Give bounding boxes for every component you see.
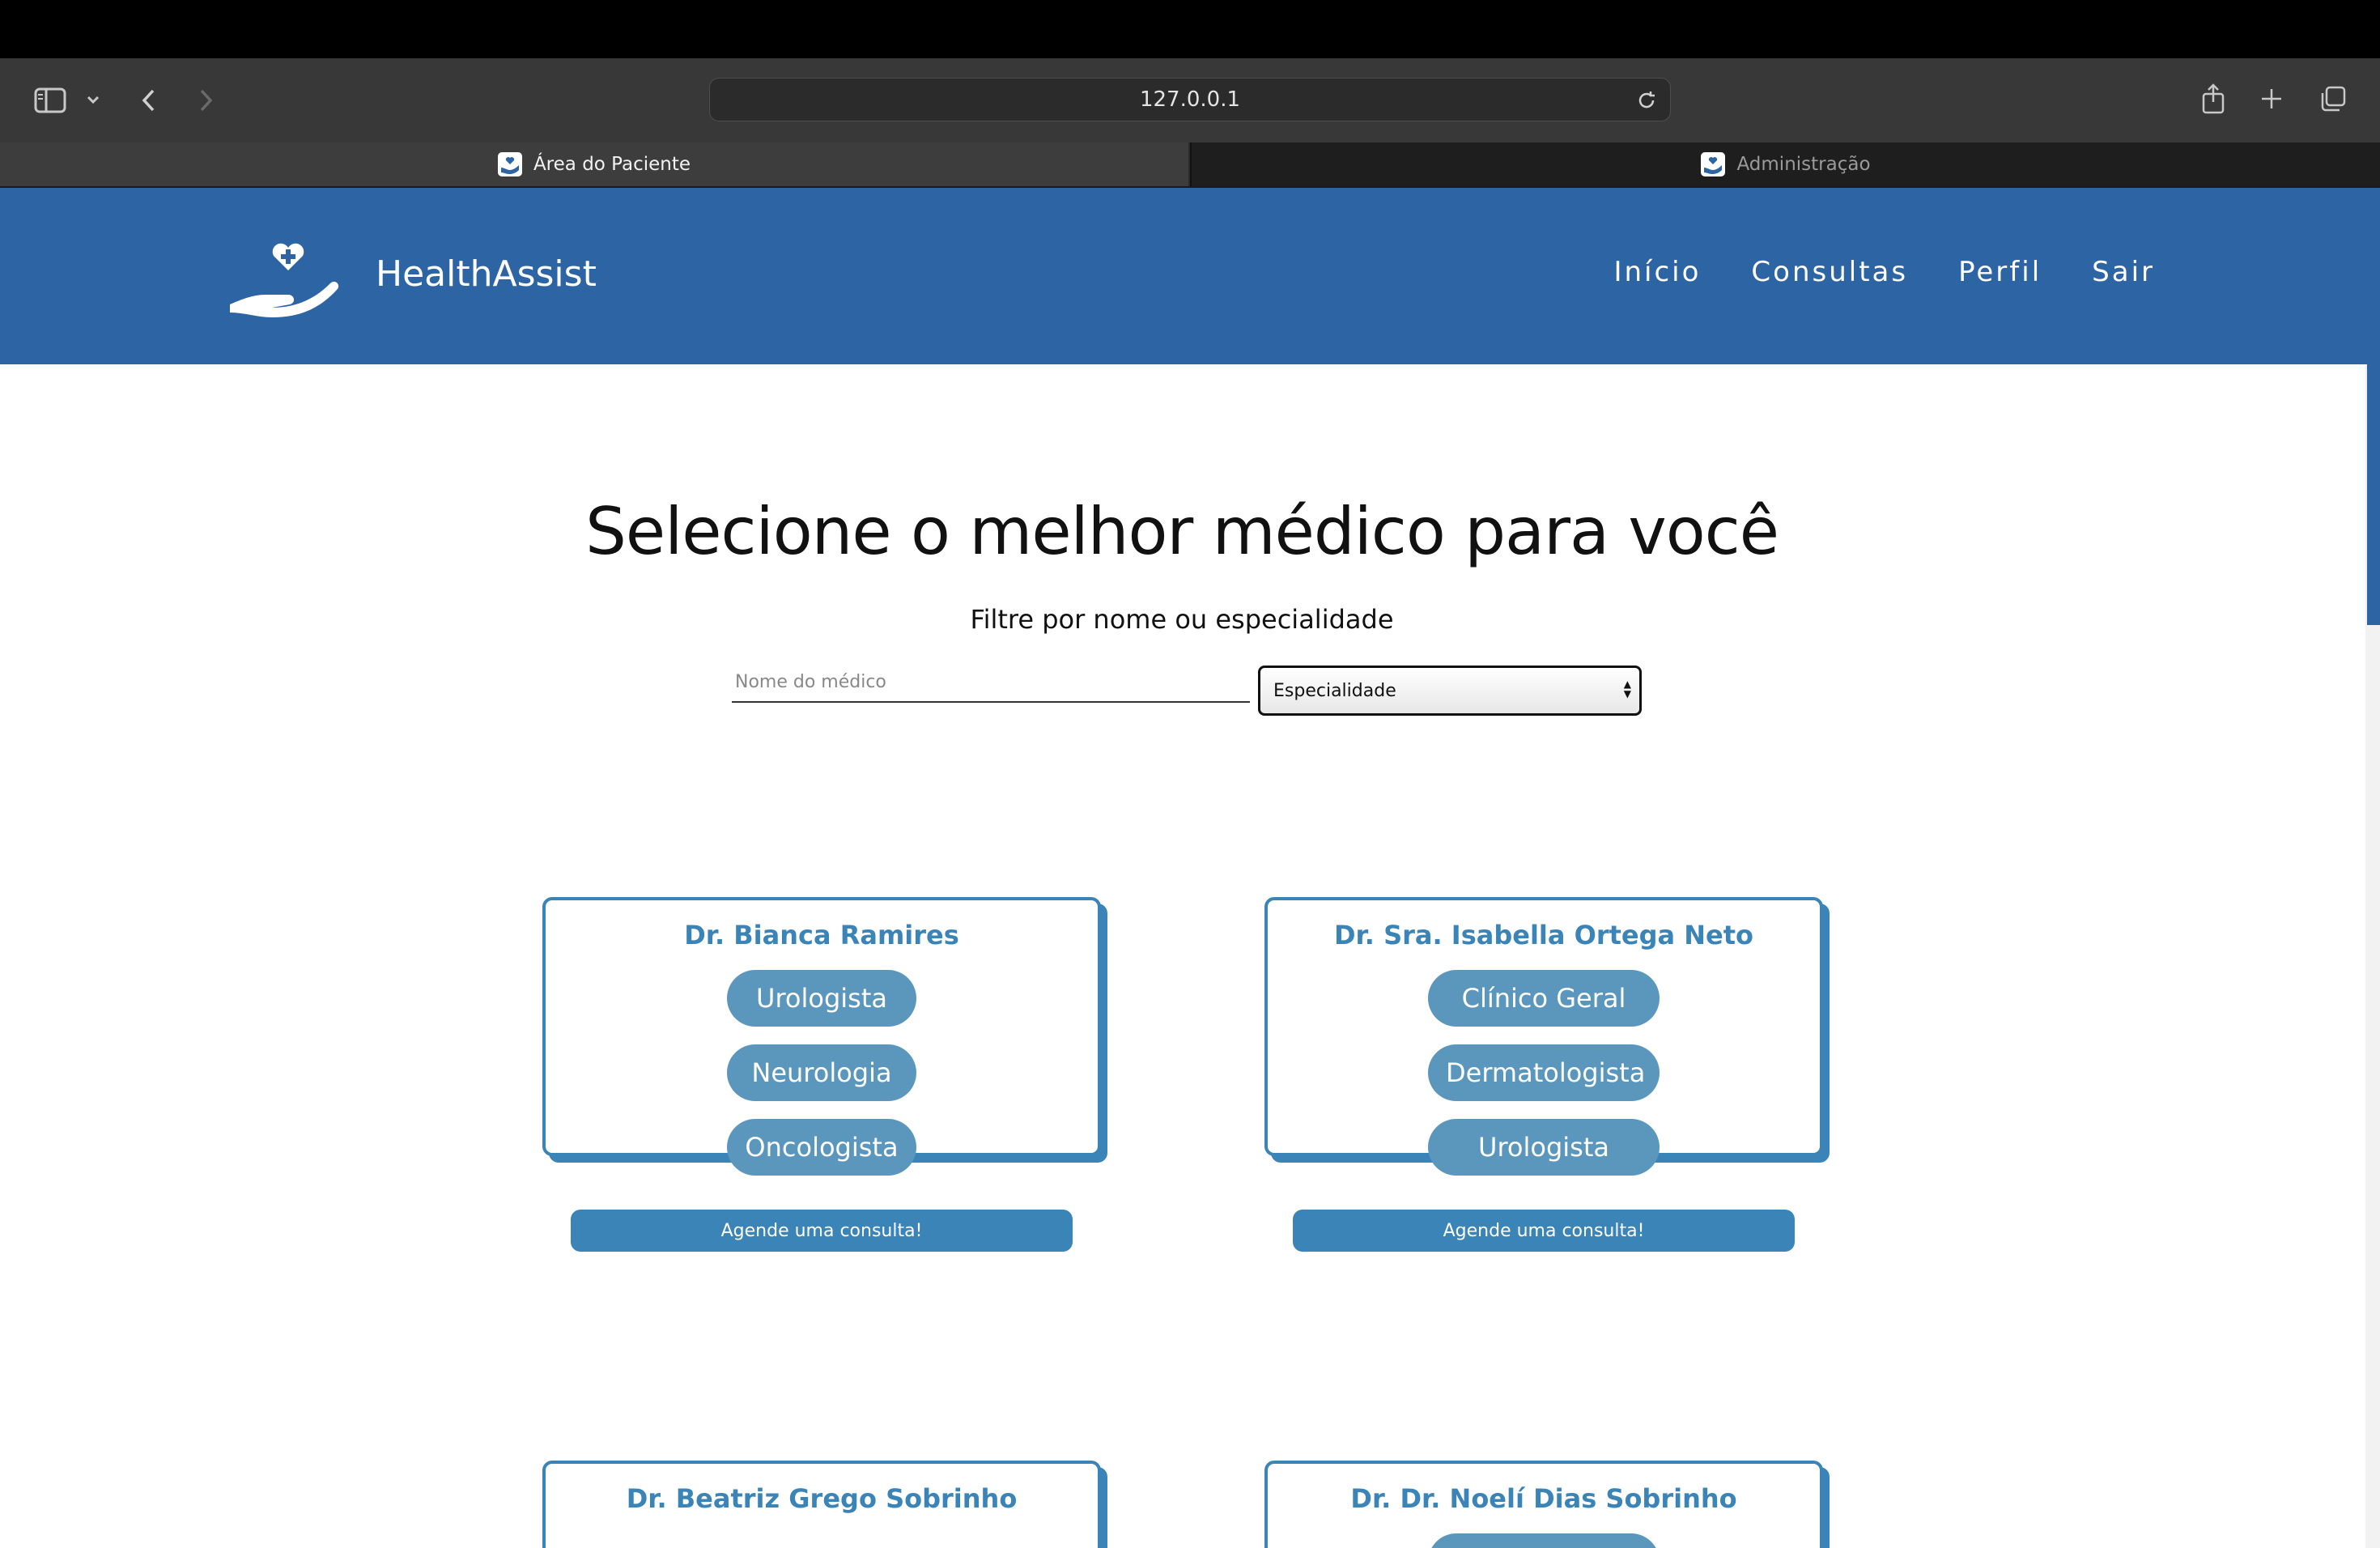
specialty-list: Clínico Geral Dermatologista Urologista [1268, 970, 1820, 1193]
doctor-name: Dr. Dr. Noelí Dias Sobrinho [1350, 1483, 1737, 1514]
doctor-card: Dr. Dr. Noelí Dias Sobrinho [1264, 1461, 1823, 1548]
sidebar-toggle-icon[interactable] [32, 83, 68, 118]
specialty-pill: Clínico Geral [1428, 970, 1660, 1027]
new-tab-icon[interactable] [2255, 83, 2288, 115]
site-header: HealthAssist Início Consultas Perfil Sai… [0, 188, 2380, 364]
specialty-select[interactable]: Especialidade ▲ ▼ [1258, 666, 1642, 716]
brand[interactable]: HealthAssist [228, 227, 597, 321]
menu-bar [0, 0, 2380, 58]
schedule-button[interactable]: Agende uma consulta! [1293, 1210, 1795, 1252]
specialty-pill: Urologista [727, 970, 916, 1027]
scrollbar-thumb[interactable] [2367, 364, 2380, 625]
tab-bar: Área do Paciente Administração [0, 142, 2380, 188]
specialty-pill [1428, 1533, 1660, 1548]
specialty-pill: Neurologia [727, 1044, 916, 1101]
doctor-card: Dr. Beatriz Grego Sobrinho [542, 1461, 1101, 1548]
tab-label: Área do Paciente [533, 154, 691, 175]
specialty-pill: Urologista [1428, 1119, 1660, 1176]
nav-inicio[interactable]: Início [1613, 256, 1701, 288]
back-icon[interactable] [134, 83, 164, 118]
tab-administration[interactable]: Administração [1190, 142, 2380, 186]
favicon-icon [1701, 152, 1726, 176]
nav-sair[interactable]: Sair [2092, 256, 2155, 288]
doctor-card: Dr. Bianca Ramires Urologista Neurologia… [542, 897, 1101, 1252]
doctor-name: Dr. Sra. Isabella Ortega Neto [1333, 920, 1753, 950]
page-title: Selecione o melhor médico para você [585, 494, 1779, 569]
tab-overview-icon[interactable] [2317, 83, 2349, 115]
select-arrows-icon: ▲ ▼ [1623, 678, 1631, 700]
schedule-button[interactable]: Agende uma consulta! [571, 1210, 1073, 1252]
doctor-name: Dr. Beatriz Grego Sobrinho [626, 1483, 1018, 1514]
forward-icon[interactable] [191, 83, 220, 118]
web-page: HealthAssist Início Consultas Perfil Sai… [0, 188, 2380, 1548]
favicon-icon [497, 152, 522, 176]
specialty-list [1268, 1533, 1820, 1548]
specialty-select-value: Especialidade [1273, 680, 1396, 701]
address-bar[interactable]: 127.0.0.1 [709, 78, 1671, 121]
logo-icon [228, 227, 342, 321]
specialty-pill: Oncologista [727, 1119, 916, 1176]
tab-label: Administração [1736, 154, 1871, 175]
brand-name: HealthAssist [376, 253, 597, 295]
specialty-list: Urologista Neurologia Oncologista [546, 970, 1098, 1193]
doctor-name-input[interactable] [732, 662, 1250, 703]
tab-patient-area[interactable]: Área do Paciente [0, 142, 1188, 186]
share-icon[interactable] [2197, 79, 2229, 118]
reload-icon[interactable] [1634, 88, 1659, 113]
specialty-pill: Dermatologista [1428, 1044, 1660, 1101]
main-nav: Início Consultas Perfil Sair [1563, 256, 2155, 288]
doctor-card: Dr. Sra. Isabella Ortega Neto Clínico Ge… [1264, 897, 1823, 1252]
browser-toolbar: 127.0.0.1 [0, 58, 2380, 142]
nav-consultas[interactable]: Consultas [1751, 256, 1908, 288]
doctor-name: Dr. Bianca Ramires [684, 920, 959, 950]
nav-perfil[interactable]: Perfil [1958, 256, 2042, 288]
url-text: 127.0.0.1 [1139, 87, 1241, 112]
chevron-down-icon[interactable] [81, 87, 105, 112]
page-subtitle: Filtre por nome ou especialidade [970, 604, 1394, 635]
